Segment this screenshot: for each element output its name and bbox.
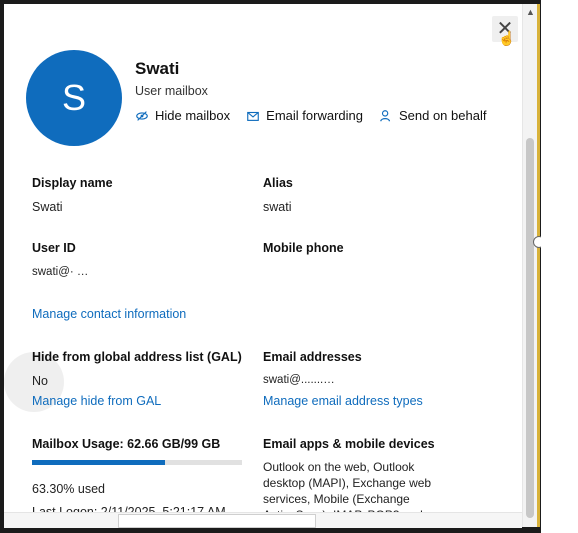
envelope-icon — [247, 111, 259, 121]
hide-eye-icon — [136, 110, 148, 121]
scroll-up-icon[interactable]: ▲ — [526, 8, 535, 17]
footer-action-button[interactable] — [118, 514, 316, 528]
avatar-initial: S — [61, 77, 86, 118]
alias-value: swati — [263, 200, 292, 214]
display-name-value: Swati — [32, 200, 63, 214]
email-apps-label: Email apps & mobile devices — [263, 437, 435, 451]
email-forwarding-button[interactable]: Email forwarding — [246, 108, 363, 123]
manage-email-types-link[interactable]: Manage email address types — [263, 394, 423, 408]
mailbox-usage-fill — [32, 460, 165, 465]
manage-hide-gal-link[interactable]: Manage hide from GAL — [32, 394, 161, 408]
hide-gal-value: No — [32, 374, 48, 388]
pointer-cursor-icon: ☝ — [498, 30, 516, 46]
person-icon — [380, 109, 391, 121]
send-on-behalf-label: Send on behalf — [398, 108, 487, 123]
hide-gal-label: Hide from global address list (GAL) — [32, 350, 242, 364]
mailbox-usage-label: Mailbox Usage: 62.66 GB/99 GB — [32, 437, 221, 451]
manage-contact-link[interactable]: Manage contact information — [32, 307, 186, 321]
mailbox-name: Swati — [135, 59, 180, 78]
scrollbar-thumb[interactable] — [526, 138, 534, 518]
alias-label: Alias — [263, 176, 293, 190]
background-strip — [541, 0, 578, 533]
hide-mailbox-button[interactable]: Hide mailbox — [135, 108, 230, 123]
email-addresses-label: Email addresses — [263, 350, 362, 364]
email-addresses-value: swati@.......… — [263, 374, 335, 386]
send-on-behalf-button[interactable]: Send on behalf — [379, 108, 486, 123]
display-name-label: Display name — [32, 176, 113, 190]
hide-mailbox-label: Hide mailbox — [155, 108, 231, 123]
mobile-phone-label: Mobile phone — [263, 241, 344, 255]
window-frame: ✕ S Swati User mailbox Hide mailbox Emai… — [0, 0, 578, 533]
user-id-label: User ID — [32, 241, 76, 255]
mailbox-usage-bar — [32, 460, 242, 465]
mailbox-type: User mailbox — [135, 84, 208, 98]
window-edge — [537, 4, 540, 527]
avatar: S — [26, 50, 122, 146]
email-forwarding-label: Email forwarding — [266, 108, 363, 123]
mailbox-usage-percent: 63.30% used — [32, 482, 105, 496]
vertical-scrollbar[interactable]: ▲ — [522, 4, 537, 527]
mailbox-actions: Hide mailbox Email forwarding Send on be… — [135, 108, 486, 123]
user-id-value: swati@· … — [32, 266, 89, 278]
mailbox-details-panel: ✕ S Swati User mailbox Hide mailbox Emai… — [4, 4, 522, 527]
